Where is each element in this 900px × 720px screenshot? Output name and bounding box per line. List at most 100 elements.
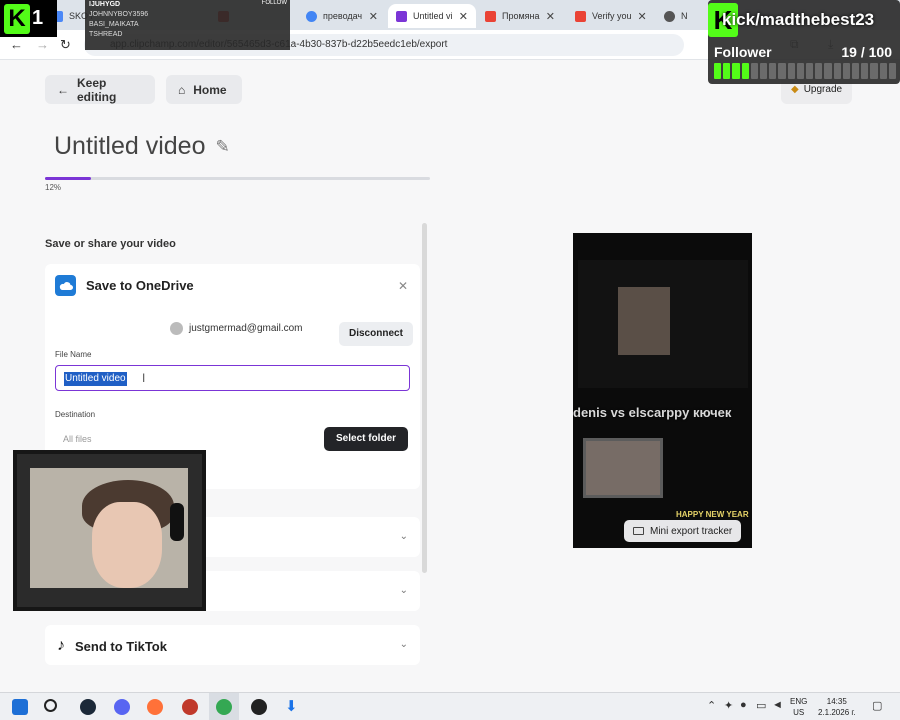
chevron-down-icon: ⌄ bbox=[399, 585, 408, 596]
arrow-left-icon: ← bbox=[57, 82, 69, 97]
goal-progress-segment bbox=[870, 63, 878, 79]
video-preview[interactable]: denis vs elscarppy кючек HAPPY NEW YEAR … bbox=[573, 233, 752, 548]
preview-caption: HAPPY NEW YEAR bbox=[676, 510, 749, 519]
reload-icon[interactable]: ↻ bbox=[60, 36, 71, 54]
chrome-icon[interactable] bbox=[216, 699, 232, 715]
chrome-icon bbox=[664, 10, 675, 22]
file-name-label: File Name bbox=[55, 350, 92, 359]
account-info: justgmermad@gmail.com bbox=[170, 322, 303, 335]
export-progress-bar bbox=[45, 177, 430, 180]
onedrive-header[interactable]: Save to OneDrive bbox=[55, 275, 194, 296]
chat-line: TSHREAD bbox=[89, 31, 123, 38]
monitor-icon[interactable]: ▭ bbox=[756, 699, 766, 712]
headphone-icon bbox=[170, 503, 184, 541]
chat-line: IJUHYGD bbox=[89, 1, 121, 8]
close-tab-icon[interactable]: ✕ bbox=[638, 10, 647, 23]
volume-icon[interactable]: ◄ bbox=[772, 699, 783, 711]
diamond-icon: ◆ bbox=[791, 84, 799, 95]
downloads-icon[interactable]: ⬇ bbox=[285, 699, 301, 715]
preview-photo bbox=[618, 287, 670, 355]
obs-icon[interactable] bbox=[251, 699, 267, 715]
home-button[interactable]: ⌂ Home bbox=[166, 75, 242, 104]
windows-start-icon[interactable] bbox=[12, 699, 28, 715]
destination-value: All files bbox=[63, 434, 92, 444]
home-label: Home bbox=[193, 82, 227, 97]
disconnect-button[interactable]: Disconnect bbox=[339, 322, 413, 346]
google-icon bbox=[306, 10, 317, 22]
chevron-down-icon: ⌄ bbox=[399, 639, 408, 650]
goal-count: 19 / 100 bbox=[841, 44, 892, 60]
goal-progress-segment bbox=[842, 63, 851, 79]
chevron-down-icon: ⌄ bbox=[399, 531, 408, 542]
tab-label: Промяна bbox=[502, 11, 540, 21]
chevron-up-icon[interactable]: ⌃ bbox=[707, 699, 716, 712]
avatar bbox=[170, 322, 183, 335]
close-tab-icon[interactable]: ✕ bbox=[369, 10, 378, 23]
kick-badge-number: 1 bbox=[32, 7, 44, 29]
chat-line: BASI_MAIKATA bbox=[89, 21, 139, 28]
goal-progress-segment bbox=[879, 63, 887, 79]
webcam-overlay bbox=[13, 450, 206, 611]
language-indicator[interactable]: ENG US bbox=[790, 696, 807, 718]
goal-progress-segment bbox=[824, 63, 832, 79]
project-title-text: Untitled video bbox=[54, 132, 206, 160]
close-icon[interactable]: ✕ bbox=[398, 279, 408, 293]
keep-editing-button[interactable]: ← Keep editing bbox=[45, 75, 155, 104]
tab-translator[interactable]: преводач ✕ bbox=[298, 4, 386, 28]
lang-primary: ENG bbox=[790, 697, 808, 706]
goal-progress-segment bbox=[723, 63, 731, 79]
tab-label: Verify you bbox=[592, 11, 632, 21]
goal-progress-bar bbox=[714, 63, 897, 79]
goal-progress-segment bbox=[760, 63, 768, 79]
search-icon[interactable] bbox=[44, 699, 57, 712]
steam-icon[interactable] bbox=[80, 699, 96, 715]
edit-pencil-icon[interactable]: ✎ bbox=[215, 137, 229, 157]
close-tab-icon[interactable]: ✕ bbox=[459, 10, 468, 23]
network-icon[interactable]: ✦ bbox=[724, 699, 733, 712]
tab-gmail-1[interactable]: Промяна ✕ bbox=[477, 4, 563, 28]
goal-title: Follower bbox=[714, 44, 772, 60]
clipchamp-icon bbox=[396, 10, 407, 22]
notifications-icon[interactable]: ▢ bbox=[872, 699, 882, 712]
follower-goal-widget: K kick/madthebest23 Follower 19 / 100 bbox=[708, 0, 900, 84]
picture-in-picture-icon bbox=[633, 527, 644, 535]
preview-picture-frame bbox=[583, 438, 663, 498]
webcam-feed bbox=[30, 468, 188, 588]
onedrive-title: Save to OneDrive bbox=[86, 278, 194, 293]
home-icon: ⌂ bbox=[178, 82, 186, 97]
tiktok-card[interactable]: ♪ Send to TikTok ⌄ bbox=[45, 625, 420, 665]
goal-progress-segment bbox=[750, 63, 759, 79]
system-clock[interactable]: 14:35 2.1.2026 г. bbox=[818, 696, 856, 718]
project-title[interactable]: Untitled video ✎ bbox=[54, 132, 230, 161]
firefox-icon[interactable] bbox=[147, 699, 163, 715]
goal-username: kick/madthebest23 bbox=[722, 10, 875, 29]
gmail-icon bbox=[575, 10, 586, 22]
file-name-input[interactable]: Untitled video I bbox=[55, 365, 410, 391]
discord-icon[interactable] bbox=[114, 699, 130, 715]
tiktok-title: Send to TikTok bbox=[75, 638, 167, 654]
microphone-icon[interactable]: ● bbox=[740, 699, 747, 711]
goal-progress-segment bbox=[769, 63, 777, 79]
chat-line: JOHNNYBOY3596 bbox=[89, 11, 149, 18]
preview-overlay-text: denis vs elscarppy кючек bbox=[573, 405, 732, 420]
goal-progress-segment bbox=[833, 63, 841, 79]
tab-gmail-2[interactable]: Verify you ✕ bbox=[567, 4, 653, 28]
goal-progress-segment bbox=[787, 63, 795, 79]
tab-other[interactable]: N bbox=[656, 4, 696, 28]
back-icon[interactable]: ← bbox=[10, 36, 23, 54]
destination-label: Destination bbox=[55, 410, 96, 419]
mini-export-tracker-button[interactable]: Mini export tracker bbox=[624, 520, 742, 542]
lang-secondary: US bbox=[793, 708, 805, 717]
kick-logo: K bbox=[4, 3, 30, 34]
game-launcher-icon[interactable] bbox=[182, 699, 198, 715]
tab-label: преводач bbox=[323, 11, 363, 21]
upgrade-label: Upgrade bbox=[803, 84, 843, 95]
forward-icon[interactable]: → bbox=[36, 36, 49, 54]
text-cursor-icon: I bbox=[142, 371, 146, 385]
close-tab-icon[interactable]: ✕ bbox=[546, 10, 555, 23]
select-folder-button[interactable]: Select folder bbox=[324, 427, 409, 451]
tab-untitled-video[interactable]: Untitled vi ✕ bbox=[388, 4, 476, 28]
tiktok-icon: ♪ bbox=[57, 637, 65, 654]
scrollbar[interactable] bbox=[422, 223, 427, 573]
goal-progress-segment bbox=[732, 63, 740, 79]
